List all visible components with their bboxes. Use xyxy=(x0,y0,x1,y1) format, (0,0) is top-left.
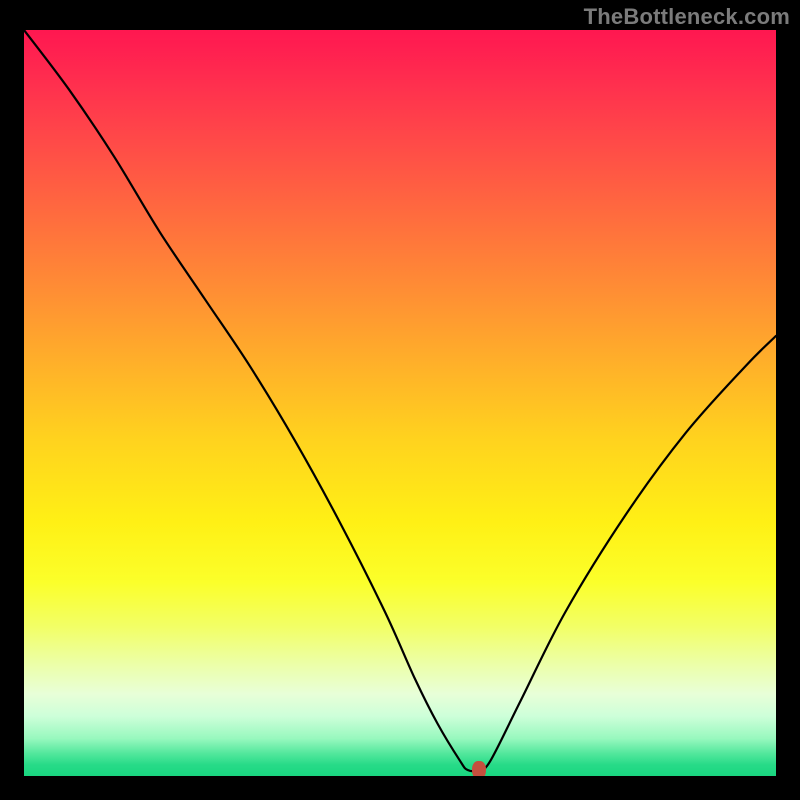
bottleneck-curve xyxy=(24,30,776,776)
watermark-text: TheBottleneck.com xyxy=(584,4,790,30)
plot-area xyxy=(24,30,776,776)
optimal-marker xyxy=(472,761,486,776)
chart-frame: TheBottleneck.com xyxy=(0,0,800,800)
